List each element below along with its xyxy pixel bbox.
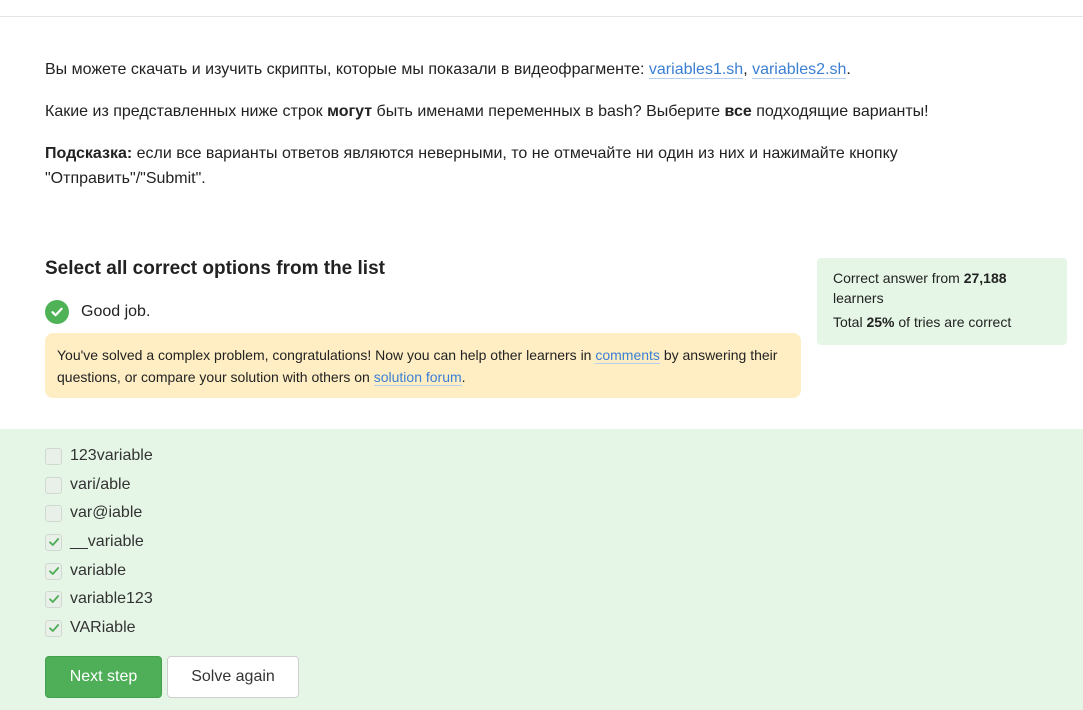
stats-text-a: Correct answer from (833, 270, 964, 286)
option-label: variable (70, 562, 127, 579)
hint-paragraph: Подсказка: если все варианты ответов явл… (45, 141, 945, 191)
stats-learners-line: Correct answer from 27,188 learners (833, 268, 1051, 308)
check-icon (48, 538, 59, 546)
option-row[interactable]: var@iable (45, 503, 142, 523)
checkbox-checked[interactable] (45, 533, 62, 551)
stats-text-d: of tries are correct (894, 314, 1012, 330)
intro-scripts-paragraph: Вы можете скачать и изучить скрипты, кот… (45, 57, 945, 82)
option-label: VARiable (70, 619, 136, 636)
checkbox-checked[interactable] (45, 619, 62, 637)
question-paragraph: Какие из представленных ниже строк могут… (45, 99, 945, 124)
solution-forum-link[interactable]: solution forum (373, 369, 462, 386)
option-row[interactable]: vari/able (45, 475, 130, 495)
hint-label: Подсказка: (45, 145, 133, 162)
variables1-link[interactable]: variables1.sh (648, 61, 744, 79)
option-row[interactable]: variable (45, 561, 126, 581)
note-text-a: You've solved a complex problem, congrat… (57, 347, 596, 363)
option-label: vari/able (70, 476, 131, 493)
quiz-title: Select all correct options from the list (45, 258, 385, 279)
correct-percent: 25% (866, 314, 895, 330)
question-bold-can: могут (327, 103, 373, 120)
checkbox-checked[interactable] (45, 562, 62, 580)
option-row[interactable]: VARiable (45, 618, 136, 638)
status-text: Good job. (81, 303, 151, 320)
note-text-c: . (461, 369, 466, 385)
option-row[interactable]: variable123 (45, 589, 153, 609)
checkbox[interactable] (45, 504, 62, 522)
success-check-icon (45, 300, 69, 324)
checkbox-checked[interactable] (45, 590, 62, 608)
option-row[interactable]: 123variable (45, 446, 153, 466)
answers-panel (0, 429, 1083, 710)
check-icon (48, 624, 59, 632)
variables2-link[interactable]: variables2.sh (752, 61, 847, 79)
question-text-b: быть именами переменных в bash? Выберите (372, 103, 725, 120)
intro-scripts-text: Вы можете скачать и изучить скрипты, кот… (45, 61, 649, 78)
option-label: 123variable (70, 447, 153, 464)
checkbox[interactable] (45, 447, 62, 465)
top-divider (0, 16, 1083, 17)
congrats-note: You've solved a complex problem, congrat… (45, 333, 801, 398)
check-icon (48, 595, 59, 603)
next-step-button[interactable]: Next step (45, 656, 162, 698)
hint-text: если все варианты ответов являются невер… (45, 145, 898, 187)
question-bold-all: все (724, 103, 752, 120)
option-label: variable123 (70, 590, 153, 607)
solve-again-button[interactable]: Solve again (167, 656, 299, 698)
result-status: Good job. (45, 300, 150, 324)
checkbox[interactable] (45, 476, 62, 494)
learners-count: 27,188 (963, 270, 1007, 286)
separator: , (743, 61, 753, 78)
stats-text-b: learners (833, 290, 884, 306)
stats-percent-line: Total 25% of tries are correct (833, 312, 1051, 332)
option-label: var@iable (70, 504, 143, 521)
comments-link[interactable]: comments (595, 347, 660, 364)
option-row[interactable]: __variable (45, 532, 144, 552)
check-icon (48, 567, 59, 575)
option-label: __variable (70, 533, 144, 550)
question-text-a: Какие из представленных ниже строк (45, 103, 328, 120)
period: . (846, 61, 851, 78)
stats-panel: Correct answer from 27,188 learners Tota… (817, 258, 1067, 345)
stats-text-c: Total (833, 314, 867, 330)
question-text-c: подходящие варианты! (751, 103, 929, 120)
